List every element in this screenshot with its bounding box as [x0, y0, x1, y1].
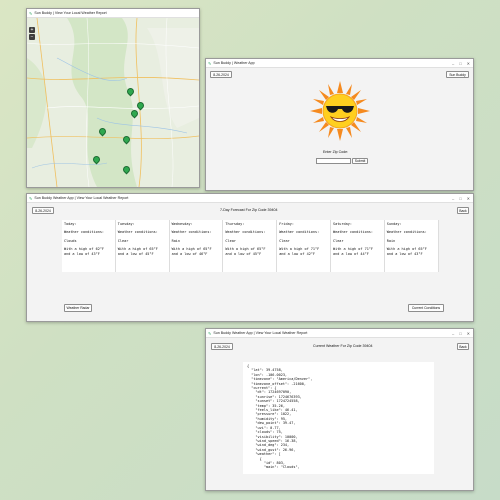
back-button[interactable]: Back [457, 343, 469, 350]
forecast-window-title: Sun Buddy Weather App | View Your Local … [34, 196, 129, 200]
close-icon[interactable]: ✕ [467, 61, 470, 66]
date-button[interactable]: 8-26-2024 [211, 343, 233, 350]
date-button[interactable]: 8-26-2024 [32, 207, 54, 214]
low-temp: and a low of 43°F [386, 251, 423, 256]
feather-icon: ✎ [208, 60, 212, 66]
forecast-heading: 7-Day Forecast For Zip Code 39404 [220, 208, 278, 212]
date-button[interactable]: 8-26-2024 [210, 71, 232, 78]
low-temp: and a low of 45°F [225, 251, 262, 256]
json-line: "main": "Clouds", [247, 465, 300, 470]
low-temp: and a low of 43°F [64, 251, 100, 256]
back-button[interactable]: Back [457, 207, 469, 214]
maximize-icon[interactable]: □ [459, 196, 461, 201]
weather-radar-button[interactable]: Weather Radar [64, 304, 92, 312]
forecast-days: Today: Weather conditions: Clouds With a… [62, 220, 439, 272]
forecast-window-titlebar[interactable]: ✎ Sun Buddy Weather App | View Your Loca… [27, 194, 473, 203]
feather-icon: ✎ [208, 330, 212, 336]
current-weather-window: ✎ Sun Buddy Weather App | View Your Loca… [205, 328, 474, 491]
low-temp: and a low of 46°F [171, 251, 208, 256]
sun-buddy-button[interactable]: Sun Buddy [446, 71, 469, 78]
maximize-icon[interactable]: □ [459, 61, 461, 66]
current-conditions-button[interactable]: Current Conditions [408, 304, 444, 312]
current-window-titlebar[interactable]: ✎ Sun Buddy Weather App | View Your Loca… [206, 329, 473, 338]
forecast-day-column: Wednesday: Weather conditions: Rain With… [169, 220, 224, 272]
map-window-title: Sun Buddy | View Your Local Weather Repo… [34, 11, 107, 15]
current-window-content: 8-26-2024 Current Weather For Zip Code 3… [206, 338, 473, 490]
sun-buddy-window: ✎ Sun Buddy | Weather App – □ ✕ 8-26-202… [205, 58, 474, 191]
minimize-icon[interactable]: – [452, 61, 454, 66]
forecast-day-column: Thursday: Weather conditions: Clear With… [223, 220, 278, 272]
map-zoom-in-button[interactable]: + [29, 27, 35, 33]
map-window-titlebar[interactable]: ✎ Sun Buddy | View Your Local Weather Re… [27, 9, 199, 18]
current-window-title: Sun Buddy Weather App | View Your Local … [213, 331, 308, 335]
sun-window-content: 8-26-2024 Sun Buddy Enter Zip Code: Subm… [206, 68, 473, 190]
forecast-day-column: Tuesday: Weather conditions: Clear With … [115, 220, 170, 272]
feather-icon: ✎ [29, 195, 33, 201]
sunglasses-sun-icon [310, 81, 370, 141]
forecast-window-content: 8-26-2024 7-Day Forecast For Zip Code 39… [27, 203, 473, 321]
forecast-day-column: Friday: Weather conditions: Clear With a… [277, 220, 331, 272]
close-icon[interactable]: ✕ [467, 196, 470, 201]
forecast-day-column: Sunday: Weather conditions: Rain With a … [384, 220, 439, 272]
forecast-day-column: Saturday: Weather conditions: Clear With… [330, 220, 385, 272]
low-temp: and a low of 45°F [117, 251, 154, 256]
low-temp: and a low of 42°F [279, 251, 316, 256]
current-weather-json-text[interactable]: { "lat": 39.4758, "lon": -106.0023, "tim… [243, 362, 434, 474]
current-weather-heading: Current Weather For Zip Code 39404 [313, 344, 373, 348]
forecast-day-column: Today: Weather conditions: Clouds With a… [62, 220, 116, 272]
sun-window-titlebar[interactable]: ✎ Sun Buddy | Weather App – □ ✕ [206, 59, 473, 68]
map-zoom-out-button[interactable]: − [29, 34, 35, 40]
map-window: ✎ Sun Buddy | View Your Local Weather Re… [26, 8, 200, 188]
maximize-icon[interactable]: □ [459, 331, 461, 336]
feather-icon: ✎ [29, 10, 33, 16]
low-temp: and a low of 44°F [332, 251, 369, 256]
zip-code-prompt: Enter Zip Code: [323, 150, 349, 154]
minimize-icon[interactable]: – [452, 196, 454, 201]
close-icon[interactable]: ✕ [467, 331, 470, 336]
forecast-window: ✎ Sun Buddy Weather App | View Your Loca… [26, 193, 474, 322]
minimize-icon[interactable]: – [452, 331, 454, 336]
submit-button[interactable]: Submit [352, 158, 368, 164]
zip-code-input[interactable] [316, 158, 351, 164]
sun-window-title: Sun Buddy | Weather App [213, 61, 255, 65]
map-terrain [27, 18, 199, 187]
weather-radar-map[interactable]: + − [27, 18, 199, 187]
